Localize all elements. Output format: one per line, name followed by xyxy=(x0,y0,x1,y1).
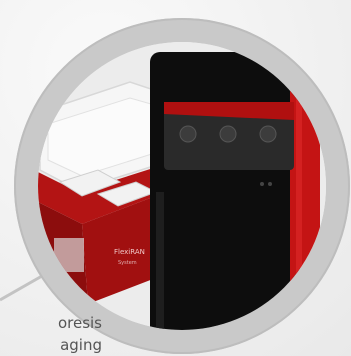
screen-button-2 xyxy=(219,125,237,143)
indicator-light xyxy=(268,182,272,186)
screen-button-1 xyxy=(179,125,197,143)
caption-line-1: oresis xyxy=(57,314,102,332)
gel-tank: FlexiRAN System xyxy=(38,81,167,304)
device-touchscreen xyxy=(164,102,294,170)
imaging-device xyxy=(150,52,320,330)
product-callout: FlexiRAN System oresis aging xyxy=(0,0,351,356)
tank-label-sub: System xyxy=(118,260,137,266)
indicator-light xyxy=(260,182,264,186)
tank-label-main: FlexiRAN xyxy=(114,248,145,256)
caption-text: oresis aging xyxy=(0,312,102,356)
instrument-illustration: FlexiRAN System xyxy=(38,42,326,330)
product-photo: FlexiRAN System xyxy=(38,42,326,330)
screen-button-3 xyxy=(259,125,277,143)
caption-line-2: aging xyxy=(60,336,102,354)
